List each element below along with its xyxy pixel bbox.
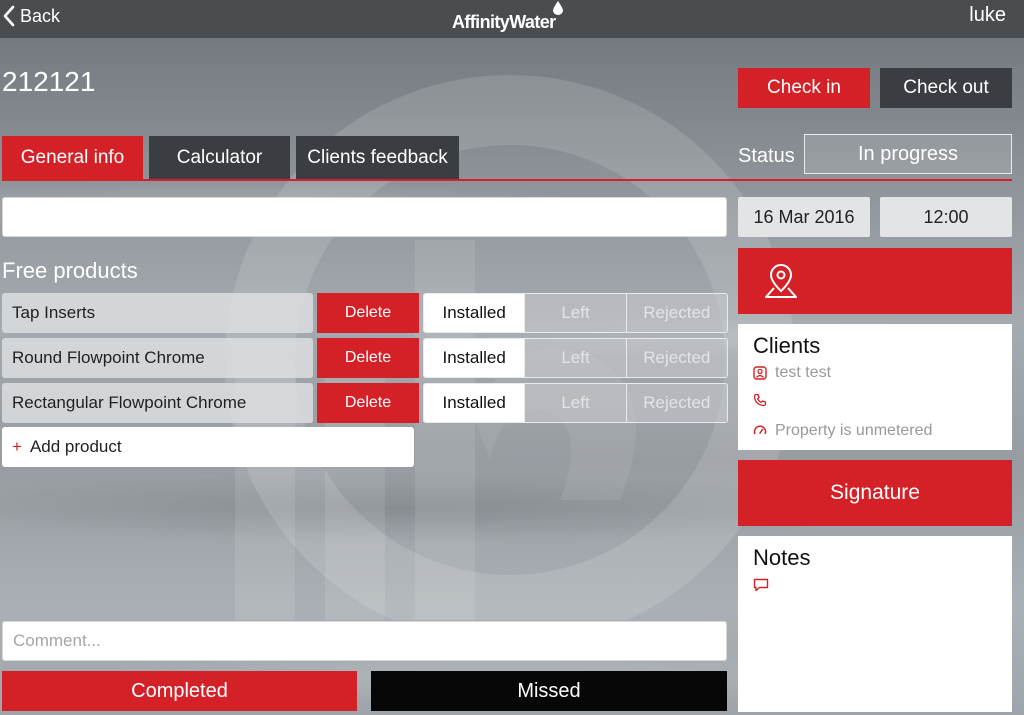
job-notes-input[interactable] — [2, 197, 727, 237]
segment-rejected[interactable]: Rejected — [625, 384, 727, 422]
segment-installed[interactable]: Installed — [424, 339, 525, 377]
product-name: Round Flowpoint Chrome — [2, 338, 313, 378]
job-id: 212121 — [2, 66, 96, 97]
chevron-left-icon — [3, 5, 15, 27]
tab-clients-feedback[interactable]: Clients feedback — [296, 136, 459, 180]
comment-icon[interactable] — [753, 578, 769, 592]
tab-general-info[interactable]: General info — [2, 136, 143, 180]
brand-name: AffinityWater — [452, 12, 556, 32]
user-icon — [753, 366, 767, 380]
date-field[interactable]: 16 Mar 2016 — [738, 197, 870, 237]
user-name[interactable]: luke — [969, 4, 1006, 27]
completed-button[interactable]: Completed — [2, 671, 357, 711]
map-button[interactable] — [738, 248, 1012, 314]
product-name: Rectangular Flowpoint Chrome — [2, 383, 313, 423]
free-products-title: Free products — [2, 258, 138, 283]
map-pin-icon — [765, 263, 797, 298]
signature-button[interactable]: Signature — [738, 460, 1012, 526]
product-row: Round Flowpoint Chrome Delete Installed … — [2, 338, 728, 378]
product-row: Tap Inserts Delete Installed Left Reject… — [2, 293, 728, 333]
check-in-button[interactable]: Check in — [738, 68, 870, 108]
segment-rejected[interactable]: Rejected — [625, 339, 727, 377]
segment-installed[interactable]: Installed — [424, 294, 525, 332]
client-phone-line[interactable] — [753, 393, 775, 407]
phone-icon — [753, 393, 767, 407]
notes-card: Notes — [738, 536, 1012, 712]
status-selector[interactable]: In progress — [804, 134, 1012, 174]
notes-title: Notes — [753, 545, 811, 570]
time-field[interactable]: 12:00 — [880, 197, 1012, 237]
plus-icon: + — [12, 437, 22, 456]
clients-title: Clients — [753, 333, 821, 358]
delete-product-button[interactable]: Delete — [317, 383, 419, 423]
product-status-segment: Installed Left Rejected — [423, 338, 728, 378]
client-name-line: test test — [753, 364, 831, 382]
add-product-button[interactable]: + Add product — [2, 427, 414, 467]
back-button[interactable]: Back — [2, 5, 60, 27]
add-product-label: Add product — [29, 437, 122, 456]
product-status-segment: Installed Left Rejected — [423, 383, 728, 423]
product-row: Rectangular Flowpoint Chrome Delete Inst… — [2, 383, 728, 423]
back-label: Back — [20, 5, 61, 26]
delete-product-button[interactable]: Delete — [317, 338, 419, 378]
client-name: test test — [775, 364, 832, 381]
segment-installed[interactable]: Installed — [424, 384, 525, 422]
segment-left[interactable]: Left — [524, 339, 626, 377]
client-meter-status: Property is unmetered — [775, 422, 933, 439]
client-meter-line: Property is unmetered — [753, 422, 932, 440]
clients-card: Clients test test Property is unmetered — [738, 324, 1012, 450]
delete-product-button[interactable]: Delete — [317, 293, 419, 333]
segment-left[interactable]: Left — [524, 294, 626, 332]
product-name: Tap Inserts — [2, 293, 313, 333]
brand-logo: AffinityWater — [452, 1, 572, 36]
status-label: Status — [738, 145, 795, 167]
product-status-segment: Installed Left Rejected — [423, 293, 728, 333]
segment-left[interactable]: Left — [524, 384, 626, 422]
tab-calculator[interactable]: Calculator — [149, 136, 290, 180]
water-drop-icon — [553, 1, 563, 15]
comment-input[interactable] — [2, 621, 727, 661]
check-out-button[interactable]: Check out — [880, 68, 1012, 108]
meter-icon — [753, 425, 767, 435]
missed-button[interactable]: Missed — [371, 671, 727, 711]
tab-divider — [2, 179, 1012, 181]
segment-rejected[interactable]: Rejected — [625, 294, 727, 332]
top-bar: Back AffinityWater luke — [0, 0, 1024, 38]
